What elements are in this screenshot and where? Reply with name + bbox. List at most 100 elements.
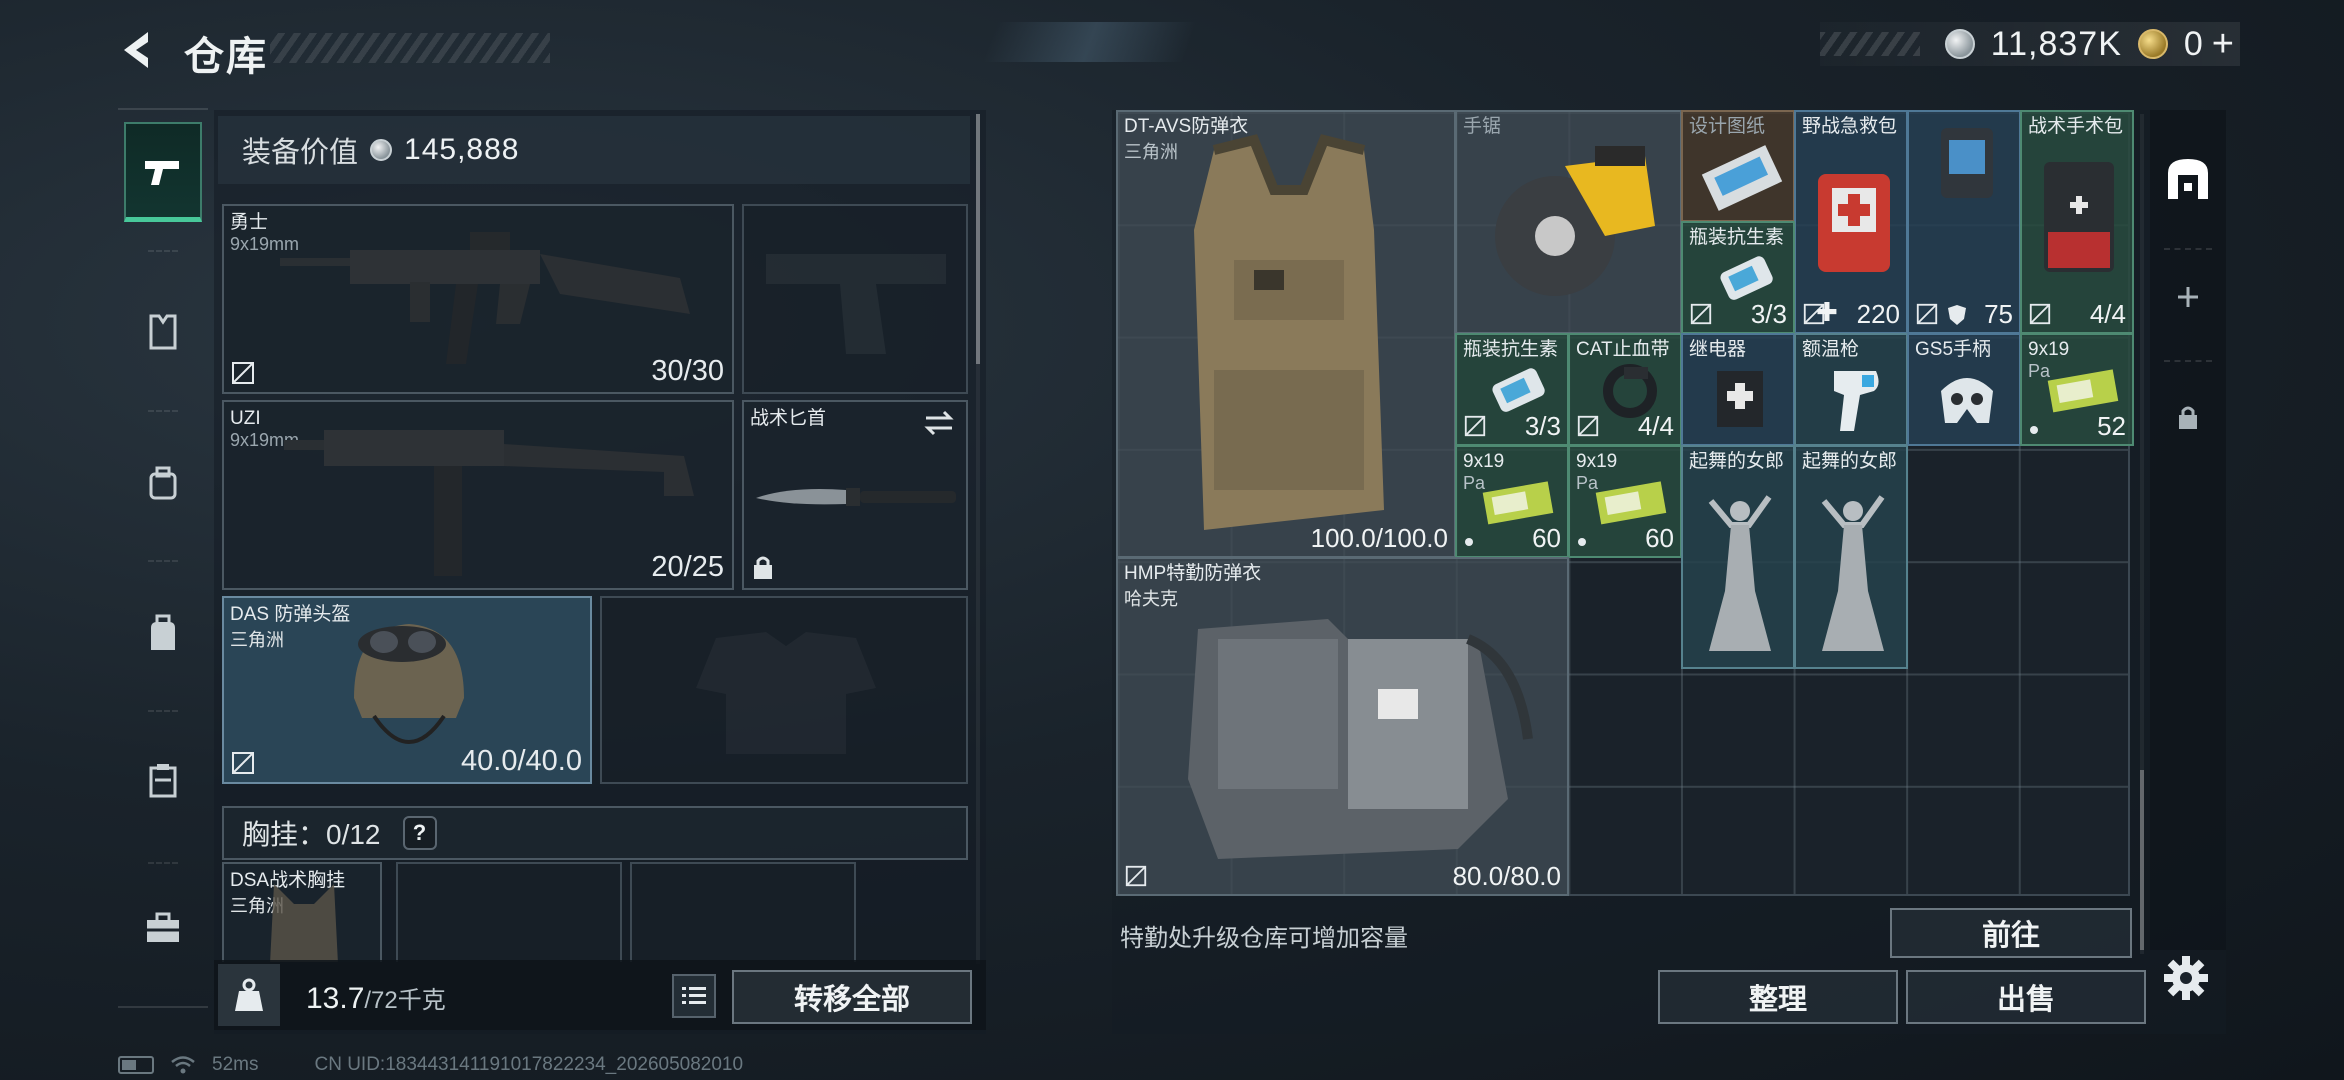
backpack-icon [151, 614, 175, 650]
armor-slot-empty[interactable] [600, 596, 968, 784]
no-drop-icon [1690, 303, 1712, 325]
transfer-all-button[interactable]: 转移全部 [732, 970, 972, 1024]
battery-icon [118, 1056, 154, 1074]
body-armor-icon [1188, 619, 1533, 859]
item-count: 52 [2097, 411, 2126, 441]
circular-saw-icon [1495, 146, 1655, 296]
weight-value: 13.7 [306, 982, 365, 1015]
item-dancing-lady-statue[interactable]: 起舞的女郎 [1794, 445, 1908, 669]
item-uses: 4/4 [1637, 411, 1674, 441]
equipment-value-bar: 装备价值 145,888 [218, 116, 970, 184]
item-9x19-ammo[interactable]: 9x19 Pa 60 [1455, 445, 1569, 558]
no-drop-icon [232, 752, 254, 774]
item-name: 9x19 [1463, 451, 1505, 472]
item-cat-tourniquet[interactable]: CAT止血带 4/4 [1568, 333, 1682, 446]
warehouse-scrollbar[interactable] [2140, 770, 2144, 950]
item-name: 手锯 [1463, 116, 1502, 137]
case-icon [149, 764, 177, 798]
weapon-ammo-count: 20/25 [651, 551, 724, 583]
secondary-weapon-slot[interactable]: UZI 9x19mm 20/25 [222, 400, 734, 590]
item-armor-device[interactable]: 75 [1907, 110, 2021, 334]
header-decoration [270, 33, 550, 63]
knife-slot[interactable]: 战术匕首 [742, 400, 968, 590]
equipment-value-label: 装备价值 [242, 137, 359, 169]
list-view-button[interactable] [672, 974, 716, 1018]
wifi-icon [171, 1056, 195, 1074]
item-durability: 80.0/80.0 [1452, 861, 1561, 891]
helmet-faction: 三角洲 [230, 630, 284, 650]
item-name: 起舞的女郎 [1802, 451, 1898, 472]
status-bar: 52ms CN UID:18344314119101782223​4_20260… [118, 1054, 743, 1076]
equipment-scrollbar[interactable] [976, 114, 980, 364]
nav-toolbox[interactable] [124, 878, 202, 978]
nav-weapons[interactable] [124, 122, 202, 222]
item-name: GS5手柄 [1915, 339, 1992, 360]
item-name: 额温枪 [1802, 339, 1860, 360]
item-durability: 100.0/100.0 [1310, 523, 1448, 553]
help-button[interactable]: ? [402, 816, 437, 850]
pistol-slot-empty[interactable] [742, 204, 968, 394]
item-bottled-antibiotic[interactable]: 瓶装抗生素 3/3 [1681, 221, 1795, 334]
add-currency-button[interactable]: + [2212, 23, 2234, 66]
weight-icon-box [218, 964, 280, 1026]
item-name: 9x19 [2028, 339, 2070, 360]
goto-button[interactable]: 前往 [1890, 908, 2132, 958]
sort-button[interactable]: 整理 [1658, 970, 1898, 1024]
item-field-first-aid-kit[interactable]: 野战急救包 ✚ 220 [1794, 110, 1908, 334]
gold-amount: 0 [2183, 24, 2204, 63]
settings-gear-icon[interactable] [2160, 952, 2212, 1004]
gamepad-icon [1941, 378, 1993, 423]
item-faction: 三角洲 [1124, 142, 1178, 162]
upgrade-hint: 特勤处升级仓库可增加容量 [1120, 925, 1408, 952]
knife-icon [756, 488, 956, 506]
item-tactical-surgical-kit[interactable]: 战术手术包 4/4 [2020, 110, 2134, 334]
no-drop-icon [2029, 303, 2051, 325]
item-9x19-ammo[interactable]: 9x19 Pa 60 [1568, 445, 1682, 558]
item-bottled-antibiotic[interactable]: 瓶装抗生素 3/3 [1455, 333, 1569, 446]
nav-case[interactable] [124, 730, 202, 830]
item-name: 战术手术包 [2028, 116, 2124, 137]
no-drop-icon [1125, 865, 1147, 887]
item-gs5-controller[interactable]: GS5手柄 [1907, 333, 2021, 446]
item-name: 继电器 [1689, 339, 1747, 360]
item-uses: 3/3 [1524, 411, 1561, 441]
no-drop-icon [1916, 303, 1938, 325]
primary-weapon-slot[interactable]: 勇士 9x19mm 30/30 [222, 204, 734, 394]
back-arrow-icon[interactable] [114, 26, 162, 74]
rig-pocket-slot[interactable] [396, 862, 622, 962]
knife-name: 战术匕首 [750, 408, 827, 429]
first-aid-kit-icon [1818, 174, 1890, 272]
item-dancing-lady-statue[interactable]: 起舞的女郎 [1681, 445, 1795, 669]
item-9x19-ammo[interactable]: 9x19 Pa 52 [2020, 333, 2134, 446]
nav-armor[interactable] [124, 282, 202, 382]
sell-button[interactable]: 出售 [1906, 970, 2146, 1024]
add-warehouse-tab-button[interactable] [2154, 252, 2222, 342]
chest-rig-slot[interactable]: DSA战术胸挂 三角洲 [222, 862, 382, 962]
rig-pocket-slot[interactable] [630, 862, 856, 962]
no-drop-icon [1577, 415, 1599, 437]
swap-icon[interactable] [922, 408, 956, 438]
item-name: 野战急救包 [1802, 116, 1898, 137]
helmet-slot[interactable]: DAS 防弹头盔 三角洲 40.0/40.0 [222, 596, 592, 784]
armor-placeholder-icon [696, 632, 876, 754]
item-blueprint[interactable]: 设计图纸 [1681, 110, 1795, 222]
chest-rig-capacity: 胸挂：0/12 [242, 819, 381, 850]
equipment-value: 145,888 [404, 133, 520, 166]
item-thermometer-gun[interactable]: 额温枪 [1794, 333, 1908, 446]
item-dt-avs-vest[interactable]: DT-AVS防弹衣 三角洲 100.0/100.0 [1116, 110, 1456, 558]
item-relay[interactable]: 继电器 [1681, 333, 1795, 446]
currency-bar: 11,837K 0 + [1820, 22, 2240, 66]
nav-rig[interactable] [124, 434, 202, 534]
helmet-durability: 40.0/40.0 [461, 745, 582, 777]
blueprint-icon [1701, 145, 1783, 211]
rarity-dot [1578, 538, 1586, 546]
nav-backpack[interactable] [124, 584, 202, 684]
weapon-ammo-count: 30/30 [651, 355, 724, 387]
locked-tab[interactable] [2154, 372, 2222, 462]
item-saw[interactable]: 手锯 [1455, 110, 1682, 334]
item-hmp-vest[interactable]: HMP特勤防弹衣 哈夫克 80.0/80.0 [1116, 557, 1569, 896]
statue-icon [1821, 495, 1885, 651]
smg-icon [280, 232, 690, 364]
no-drop-icon [1464, 415, 1486, 437]
tab-warehouse-main[interactable] [2154, 134, 2222, 224]
